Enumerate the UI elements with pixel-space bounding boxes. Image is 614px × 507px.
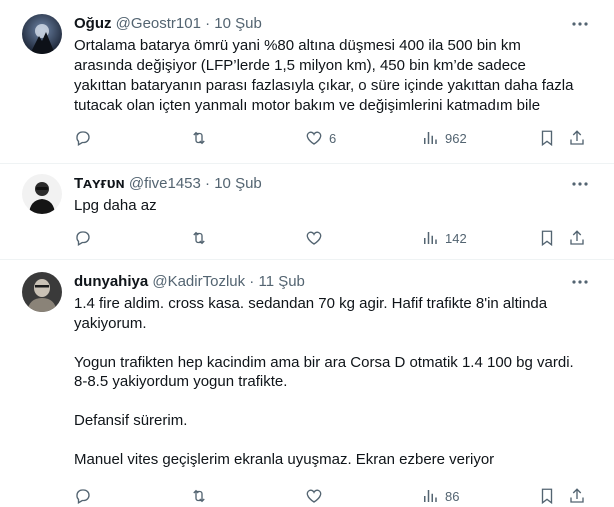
like-icon <box>306 131 322 145</box>
reply-icon <box>76 231 90 246</box>
more-icon[interactable] <box>570 14 590 34</box>
timestamp[interactable]: 11 Şub <box>258 273 304 290</box>
reply-icon <box>76 131 90 146</box>
retweet-icon <box>193 131 205 145</box>
share-icon <box>570 488 584 503</box>
like-count: 6 <box>329 130 337 146</box>
tweet-header: dunyahiya @KadirTozluk · 11 Şub <box>74 272 305 292</box>
views-button[interactable]: 86 <box>421 486 459 506</box>
reply-button[interactable] <box>74 486 92 506</box>
action-bar: 142 <box>0 228 614 248</box>
like-icon <box>306 231 322 245</box>
tweet[interactable]: Tᴀʏғᴜɴ @five1453 · 10 Şub Lpg daha az 14… <box>0 164 614 260</box>
more-icon[interactable] <box>570 272 590 292</box>
reply-button[interactable] <box>74 228 92 248</box>
tweet-text: 1.4 fire aldim. cross kasa. sedandan 70 … <box>74 295 574 468</box>
like-button[interactable] <box>305 486 323 506</box>
avatar[interactable] <box>22 174 62 214</box>
like-icon <box>306 489 322 503</box>
retweet-button[interactable] <box>190 486 208 506</box>
separator: · <box>205 175 211 192</box>
retweet-icon <box>193 489 205 503</box>
more-icon[interactable] <box>570 174 590 194</box>
avatar[interactable] <box>22 272 62 312</box>
retweet-button[interactable] <box>190 128 208 148</box>
views-count: 962 <box>445 130 467 146</box>
separator: · <box>249 273 255 290</box>
bookmark-button[interactable] <box>538 486 556 506</box>
author-name[interactable]: dunyahiya <box>74 273 148 290</box>
bookmark-icon <box>541 230 553 247</box>
reply-icon <box>76 489 90 504</box>
bookmark-button[interactable] <box>538 128 556 148</box>
avatar[interactable] <box>22 14 62 54</box>
bookmark-icon <box>541 130 553 147</box>
author-handle[interactable]: @KadirTozluk <box>152 273 245 290</box>
author-handle[interactable]: @Geostr101 <box>116 15 201 32</box>
separator: · <box>205 15 211 32</box>
tweet-text: Lpg daha az <box>74 197 157 214</box>
retweet-icon <box>193 231 205 245</box>
share-icon <box>570 230 584 245</box>
share-button[interactable] <box>568 228 586 248</box>
share-button[interactable] <box>568 128 586 148</box>
author-name[interactable]: Tᴀʏғᴜɴ <box>74 175 125 192</box>
views-count: 142 <box>445 230 467 246</box>
bookmark-button[interactable] <box>538 228 556 248</box>
author-handle[interactable]: @five1453 <box>129 175 201 192</box>
views-icon <box>424 132 437 144</box>
timestamp[interactable]: 10 Şub <box>214 15 262 32</box>
views-button[interactable]: 142 <box>421 228 467 248</box>
action-bar: 6 962 <box>0 128 614 148</box>
retweet-button[interactable] <box>190 228 208 248</box>
views-count: 86 <box>445 488 460 504</box>
views-icon <box>424 232 437 244</box>
like-button[interactable] <box>305 228 323 248</box>
views-button[interactable]: 962 <box>421 128 467 148</box>
tweet[interactable]: dunyahiya @KadirTozluk · 11 Şub 1.4 fire… <box>0 260 614 507</box>
share-icon <box>570 130 584 145</box>
like-button[interactable]: 6 <box>305 128 336 148</box>
tweet[interactable]: Oğuz @Geostr101 · 10 Şub Ortalama batary… <box>0 0 614 164</box>
share-button[interactable] <box>568 486 586 506</box>
timestamp[interactable]: 10 Şub <box>214 175 262 192</box>
tweet-header: Tᴀʏғᴜɴ @five1453 · 10 Şub <box>74 174 262 194</box>
reply-button[interactable] <box>74 128 92 148</box>
author-name[interactable]: Oğuz <box>74 15 112 32</box>
action-bar: 86 <box>0 486 614 506</box>
tweet-header: Oğuz @Geostr101 · 10 Şub <box>74 14 262 34</box>
bookmark-icon <box>541 488 553 505</box>
views-icon <box>424 490 437 502</box>
tweet-text: Ortalama batarya ömrü yani %80 altına dü… <box>74 37 574 114</box>
